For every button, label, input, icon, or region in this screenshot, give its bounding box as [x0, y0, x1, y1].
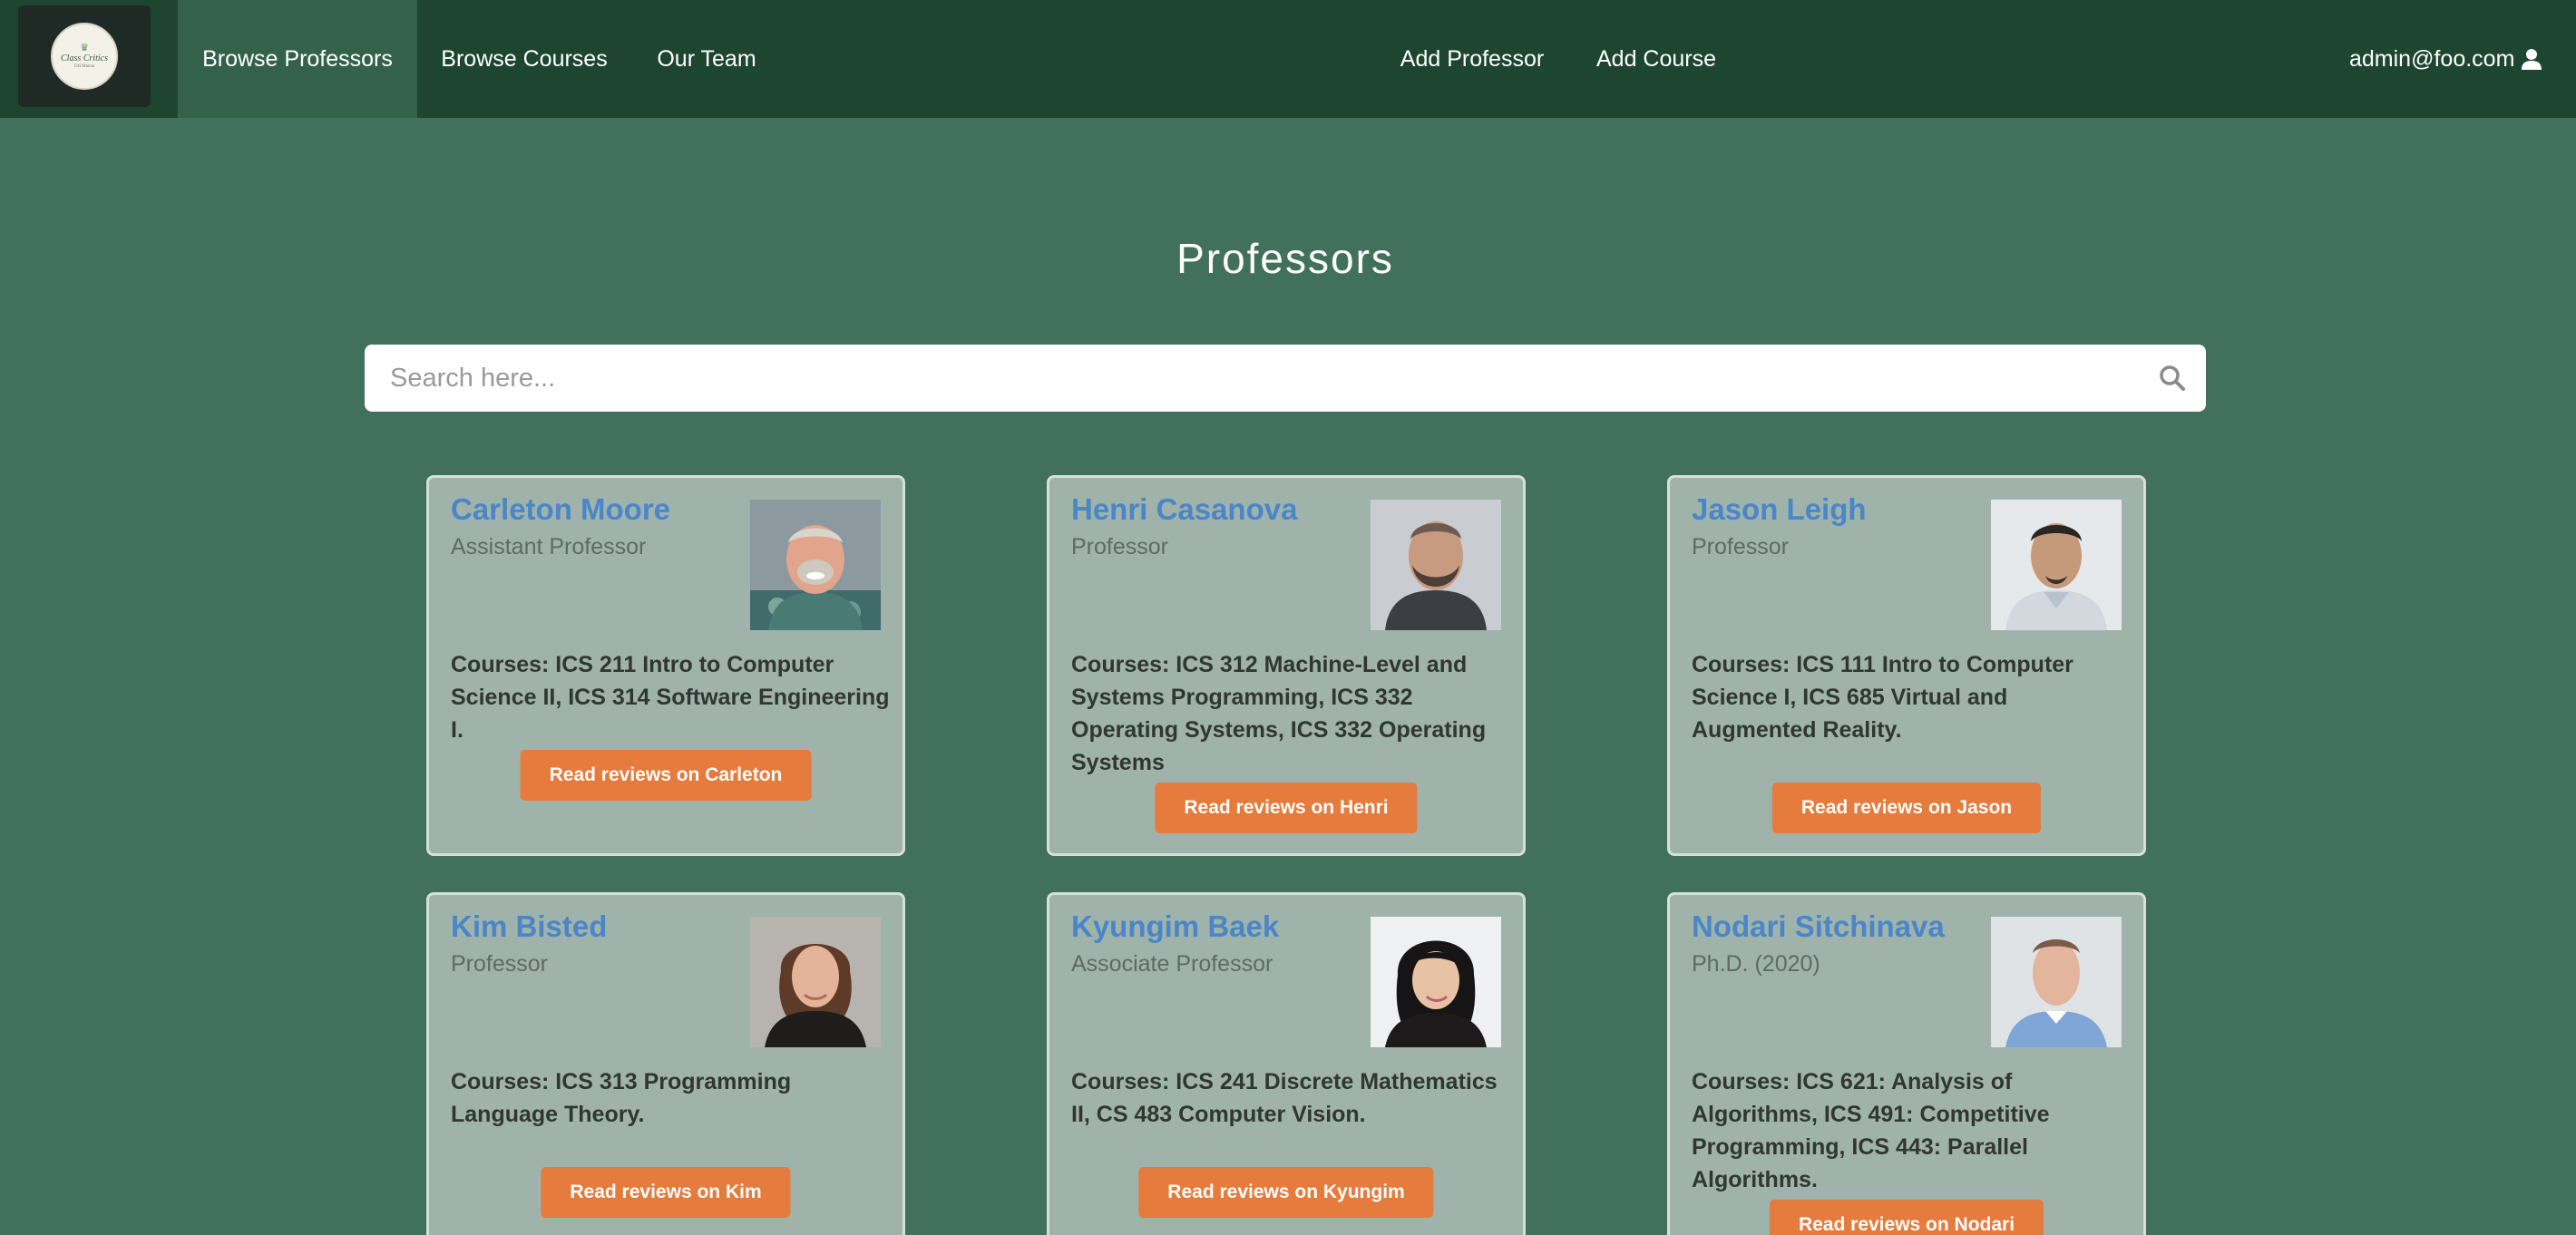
logo-subtext: UH Manoa — [73, 64, 95, 69]
read-reviews-button[interactable]: Read reviews on Nodari — [1769, 1200, 2044, 1235]
professor-name-link[interactable]: Jason Leigh — [1692, 492, 1867, 527]
professor-courses: Courses: ICS 313 Programming Language Th… — [451, 1069, 792, 1127]
professor-title: Professor — [1071, 534, 1168, 559]
professor-title: Professor — [1692, 534, 1789, 559]
professor-photo — [1991, 500, 2122, 630]
crest-icon: ♛ — [80, 43, 89, 53]
nav-add-professor[interactable]: Add Professor — [1388, 0, 1556, 118]
professor-card: Henri Casanova Professor Courses: ICS 31… — [1047, 475, 1526, 856]
search-bar — [365, 345, 2206, 412]
professor-courses: Courses: ICS 621: Analysis of Algorithms… — [1692, 1069, 2050, 1192]
search-input[interactable] — [365, 345, 2139, 412]
nav-our-team[interactable]: Our Team — [646, 0, 767, 118]
professor-photo — [1371, 500, 1501, 630]
top-navbar: ♛ Class Critics UH Manoa Browse Professo… — [0, 0, 2576, 118]
professor-name-link[interactable]: Nodari Sitchinava — [1692, 909, 1945, 944]
professor-photo — [750, 917, 881, 1047]
professor-courses: Courses: ICS 241 Discrete Mathematics II… — [1071, 1069, 1498, 1127]
read-reviews-button[interactable]: Read reviews on Kyungim — [1138, 1167, 1434, 1218]
professor-name-link[interactable]: Carleton Moore — [451, 492, 670, 527]
professor-photo — [1371, 917, 1501, 1047]
professor-card: Kim Bisted Professor Courses: ICS 313 Pr… — [426, 892, 905, 1235]
professor-title: Professor — [451, 951, 548, 977]
professor-title: Ph.D. (2020) — [1692, 951, 1820, 977]
professor-card: Jason Leigh Professor Courses: ICS 111 I… — [1667, 475, 2146, 856]
professor-card: Carleton Moore Assistant Professor Cours… — [426, 475, 905, 856]
user-icon — [2520, 47, 2543, 71]
professor-name-link[interactable]: Kyungim Baek — [1071, 909, 1279, 944]
logo-text: Class Critics — [61, 53, 108, 63]
nav-browse-courses[interactable]: Browse Courses — [430, 0, 619, 118]
professor-courses: Courses: ICS 211 Intro to Computer Scien… — [451, 652, 890, 743]
read-reviews-button[interactable]: Read reviews on Jason — [1771, 783, 2042, 833]
professor-name-link[interactable]: Kim Bisted — [451, 909, 607, 944]
professor-courses: Courses: ICS 111 Intro to Computer Scien… — [1692, 652, 2073, 743]
nav-add-course[interactable]: Add Course — [1584, 0, 1729, 118]
professor-courses: Courses: ICS 312 Machine-Level and Syste… — [1071, 652, 1487, 775]
read-reviews-button[interactable]: Read reviews on Carleton — [520, 750, 812, 801]
professor-card: Nodari Sitchinava Ph.D. (2020) Courses: … — [1667, 892, 2146, 1235]
professor-photo — [750, 500, 881, 630]
nav-browse-professors[interactable]: Browse Professors — [178, 0, 417, 118]
professor-title: Assistant Professor — [451, 534, 647, 559]
professor-name-link[interactable]: Henri Casanova — [1071, 492, 1297, 527]
site-logo[interactable]: ♛ Class Critics UH Manoa — [18, 5, 151, 107]
read-reviews-button[interactable]: Read reviews on Kim — [541, 1167, 791, 1218]
read-reviews-button[interactable]: Read reviews on Henri — [1155, 783, 1418, 833]
search-icon[interactable] — [2139, 345, 2206, 412]
user-menu[interactable]: admin@foo.com — [2349, 0, 2567, 118]
user-email: admin@foo.com — [2349, 45, 2515, 72]
page-title: Professors — [1176, 235, 1394, 282]
professor-card: Kyungim Baek Associate Professor Courses… — [1047, 892, 1526, 1235]
logo-emblem: ♛ Class Critics UH Manoa — [51, 23, 118, 90]
professor-title: Associate Professor — [1071, 951, 1273, 977]
professor-photo — [1991, 917, 2122, 1047]
